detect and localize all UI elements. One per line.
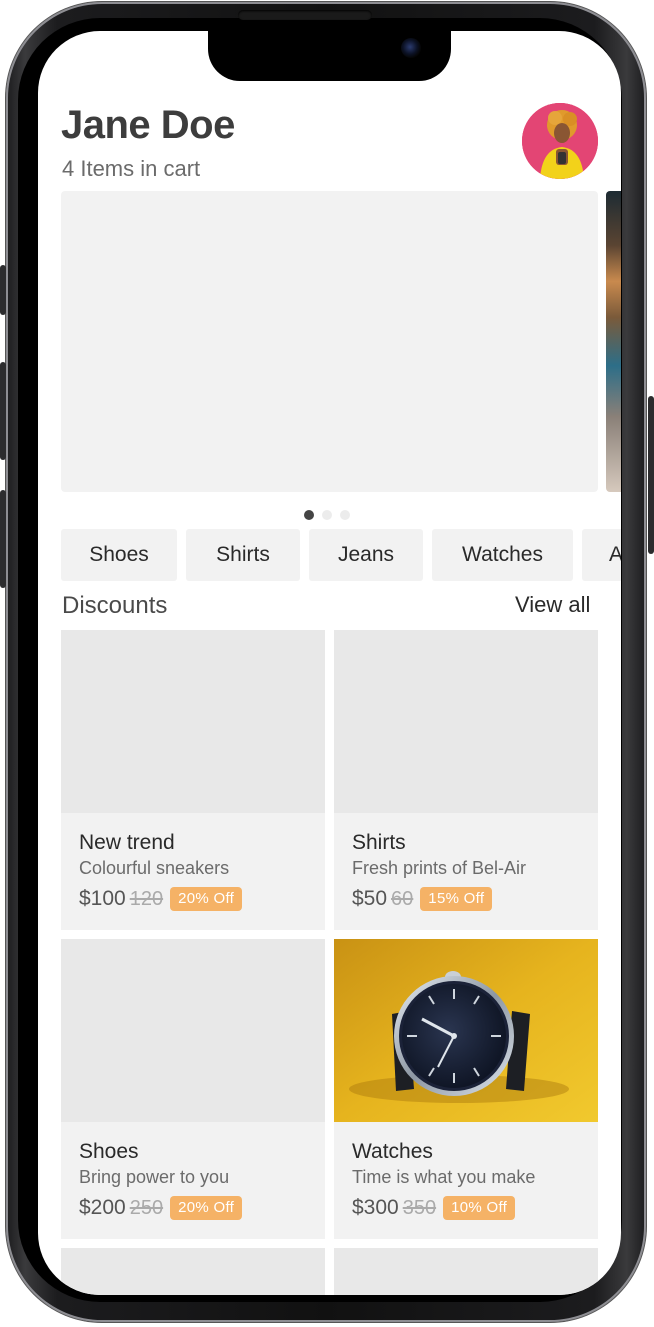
product-image (334, 939, 598, 1122)
volume-down-button (0, 490, 6, 588)
carousel-page-indicator (304, 510, 350, 520)
product-card[interactable]: Shirts Fresh prints of Bel-Air $50 60 15… (334, 630, 598, 930)
category-chip-shoes[interactable]: Shoes (61, 529, 177, 581)
product-title: Shoes (79, 1140, 139, 1163)
product-title: Shirts (352, 831, 406, 854)
product-image (61, 939, 325, 1122)
carousel-dot[interactable] (322, 510, 332, 520)
discount-badge: 10% Off (443, 1196, 516, 1220)
product-card[interactable]: Shoes Bring power to you $200 250 20% Of… (61, 939, 325, 1239)
product-title: New trend (79, 831, 175, 854)
original-price: 120 (129, 887, 164, 910)
price-row: $200 250 20% Off (79, 1196, 243, 1220)
product-subtitle: Fresh prints of Bel-Air (352, 858, 527, 878)
category-chip-watches[interactable]: Watches (432, 529, 573, 581)
carousel-dot[interactable] (340, 510, 350, 520)
discount-badge: 20% Off (170, 887, 243, 911)
product-card-partial[interactable] (61, 1248, 325, 1295)
product-card[interactable]: Watches Time is what you make $300 350 1… (334, 939, 598, 1239)
original-price: 250 (129, 1196, 164, 1219)
power-button (648, 396, 654, 554)
category-list: Shoes Shirts Jeans Watches A (61, 529, 621, 581)
category-chip-partial[interactable]: A (582, 529, 621, 581)
product-subtitle: Time is what you make (352, 1167, 536, 1187)
category-chip-shirts[interactable]: Shirts (186, 529, 300, 581)
price: $300 (352, 1196, 399, 1219)
product-subtitle: Bring power to you (79, 1167, 230, 1187)
price-row: $300 350 10% Off (352, 1196, 516, 1220)
speaker-grille (238, 10, 372, 20)
discount-badge: 20% Off (170, 1196, 243, 1220)
banner-carousel[interactable] (61, 191, 598, 492)
product-card-partial[interactable] (334, 1248, 598, 1295)
original-price: 60 (391, 887, 414, 910)
original-price: 350 (402, 1196, 437, 1219)
product-card[interactable]: New trend Colourful sneakers $100 120 20… (61, 630, 325, 930)
product-image (61, 630, 325, 813)
price: $100 (79, 887, 126, 910)
avatar[interactable] (522, 103, 598, 179)
product-title: Watches (352, 1140, 433, 1163)
carousel-dot[interactable] (304, 510, 314, 520)
section-title: Discounts (62, 592, 168, 619)
product-image (334, 630, 598, 813)
front-camera (401, 38, 421, 58)
price: $50 (352, 887, 388, 910)
watch-photo (334, 939, 598, 1122)
banner-next-preview[interactable] (606, 191, 621, 492)
price-row: $50 60 15% Off (352, 887, 493, 911)
volume-up-button (0, 362, 6, 460)
screen: Jane Doe 4 Items in cart Shoes Shirts Je… (38, 31, 621, 1295)
silent-switch (0, 265, 6, 315)
cart-count: 4 Items in cart (62, 156, 201, 181)
price-row: $100 120 20% Off (79, 887, 243, 911)
avatar-photo (522, 103, 598, 179)
product-subtitle: Colourful sneakers (79, 858, 230, 878)
view-all-link[interactable]: View all (515, 592, 590, 618)
discount-badge: 15% Off (420, 887, 493, 911)
price: $200 (79, 1196, 126, 1219)
notch (208, 31, 451, 81)
category-chip-jeans[interactable]: Jeans (309, 529, 423, 581)
user-name: Jane Doe (61, 103, 235, 147)
